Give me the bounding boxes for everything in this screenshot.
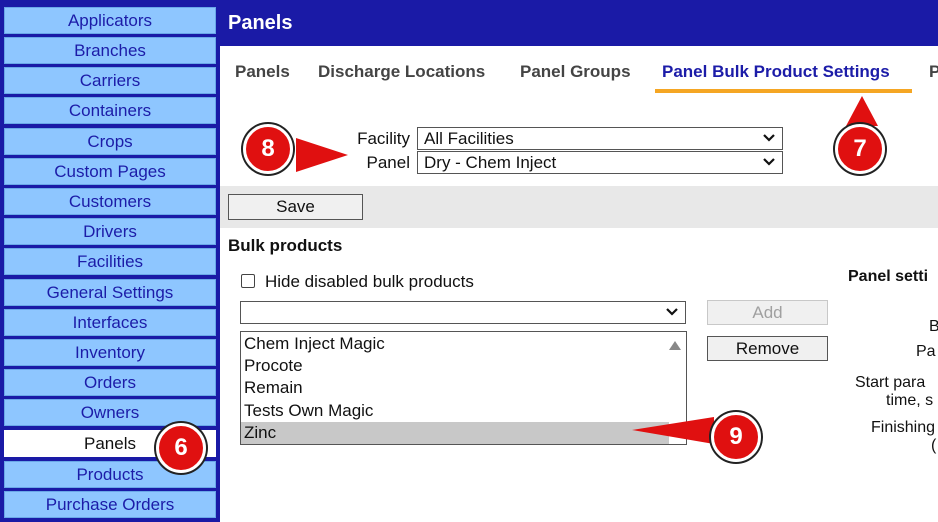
callout-badge-6: 6 (156, 423, 206, 473)
callout-arrow-8 (296, 138, 348, 172)
callout-arrow-9 (632, 417, 714, 444)
callout-arrows (296, 96, 878, 444)
callout-arrow-7 (846, 96, 878, 126)
callout-badge-9: 9 (711, 412, 761, 462)
callout-badge-8: 8 (243, 124, 293, 174)
callout-badge-7: 7 (835, 124, 885, 174)
